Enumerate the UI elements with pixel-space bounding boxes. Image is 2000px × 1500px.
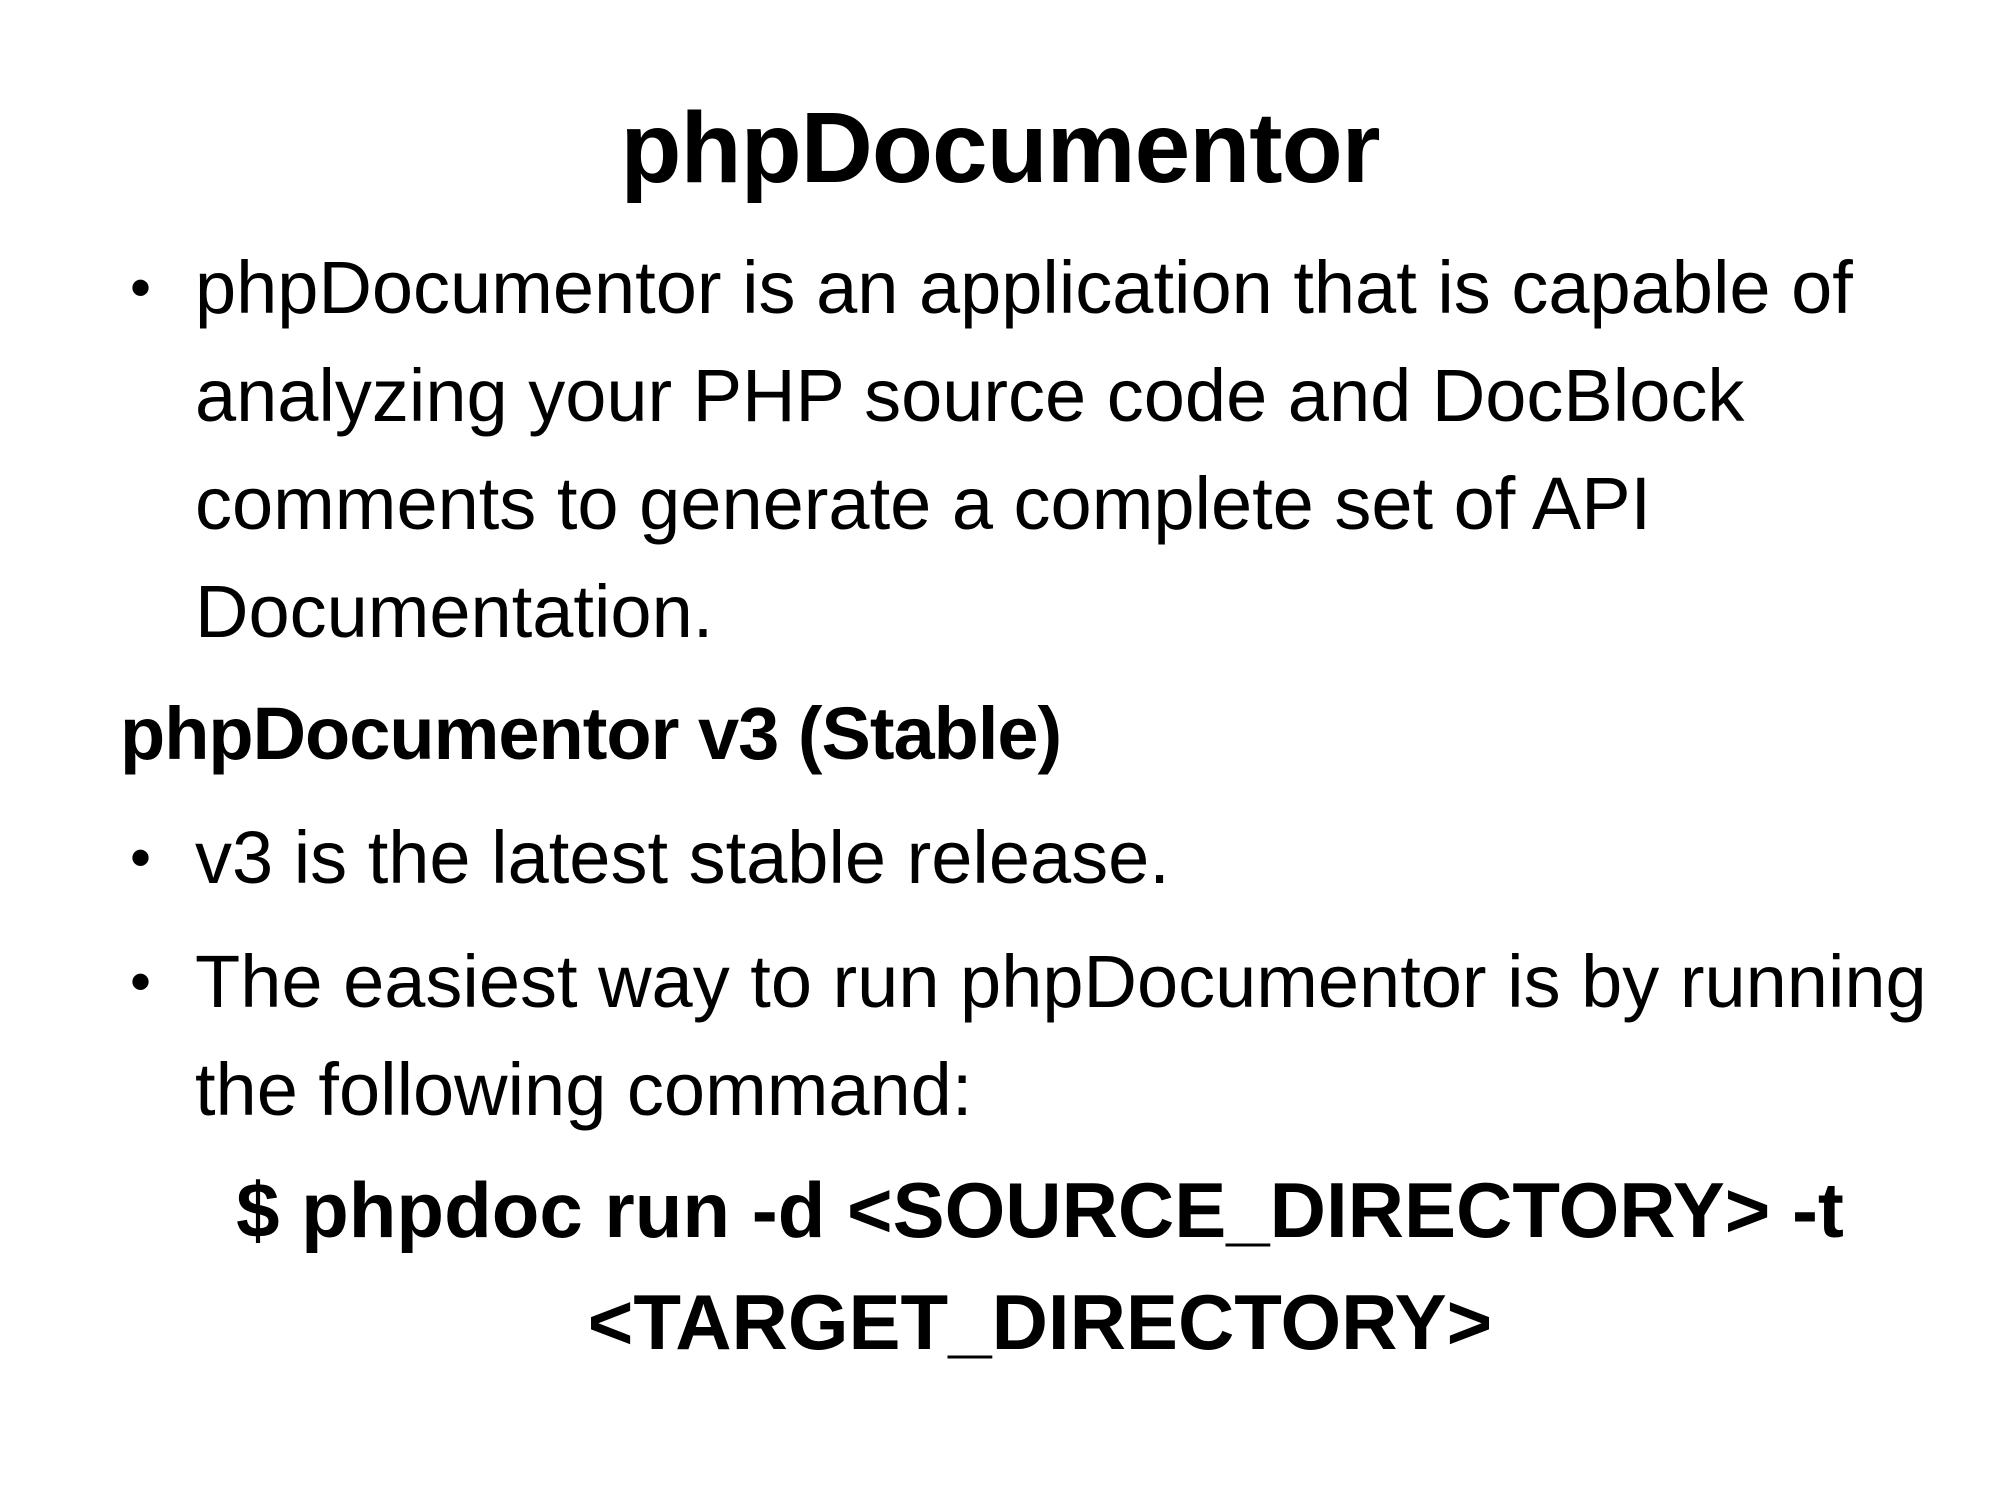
bullet-item-run: • The easiest way to run phpDocumentor i… [130,928,1955,1144]
bullet-dot-icon: • [130,254,152,321]
bullet-dot-icon: • [130,948,152,1015]
section-subheading: phpDocumentor v3 (Stable) [120,692,1062,775]
bullet-item-stable: • v3 is the latest stable release. [130,804,1955,912]
slide-title: phpDocumentor [620,92,1380,204]
slide: phpDocumentor • phpDocumentor is an appl… [0,0,2000,1500]
bullet-dot-icon: • [130,824,152,891]
bullet-item-intro: • phpDocumentor is an application that i… [130,234,1955,666]
bullet-text: phpDocumentor is an application that is … [195,246,1853,653]
bullet-text: The easiest way to run phpDocumentor is … [195,940,1927,1131]
command-line: $ phpdoc run -d <SOURCE_DIRECTORY> -t <T… [236,1166,1844,1366]
bullet-text: v3 is the latest stable release. [195,816,1170,899]
